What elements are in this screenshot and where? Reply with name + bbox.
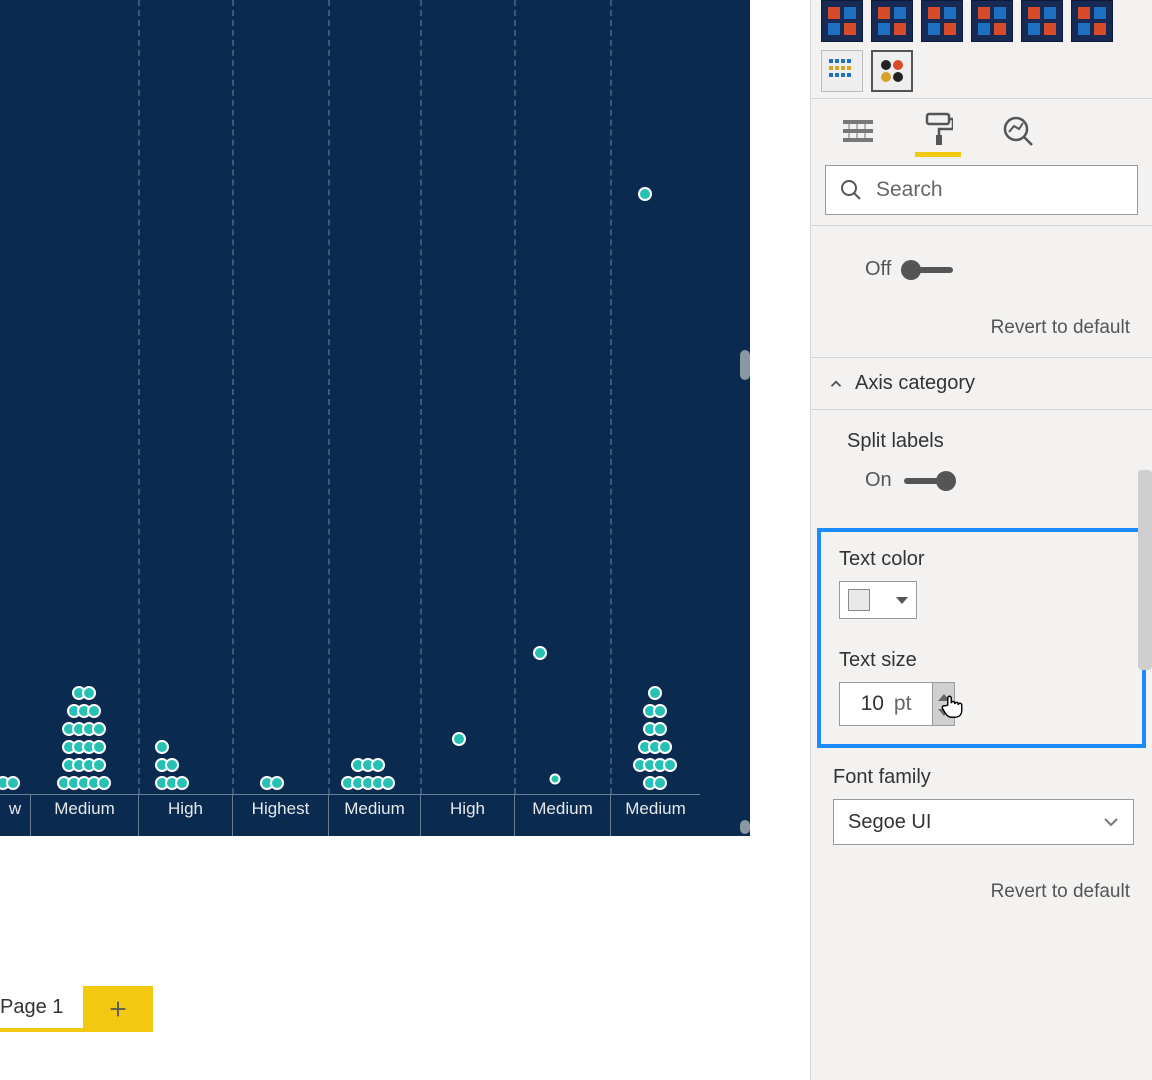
toggle-switch[interactable] [903, 267, 953, 273]
gridline [514, 0, 516, 794]
data-cluster[interactable] [59, 684, 109, 792]
x-axis: w Medium High Highest Medium High Medium… [0, 794, 750, 836]
text-color-picker[interactable] [839, 581, 917, 619]
pane-scrollbar-thumb[interactable] [1138, 470, 1152, 670]
toggle-switch[interactable] [904, 478, 954, 484]
data-point[interactable] [452, 732, 466, 746]
text-size-spinner[interactable] [933, 682, 955, 726]
dotplot-icon [878, 57, 906, 85]
text-size-input[interactable]: 10 pt [839, 682, 933, 726]
toggle-state-label: Off [865, 258, 891, 281]
chart-visual[interactable]: w Medium High Highest Medium High Medium… [0, 0, 750, 836]
page-tab-label: Page 1 [0, 996, 63, 1019]
split-labels-toggle[interactable]: On [847, 463, 1134, 502]
data-point[interactable] [533, 646, 547, 660]
chart-plot-area [0, 0, 750, 794]
page-tab-active[interactable]: Page 1 [0, 986, 83, 1032]
fields-icon [841, 116, 875, 146]
viz-tile[interactable] [821, 50, 863, 92]
viz-tile-selected[interactable] [871, 50, 913, 92]
analytics-tab[interactable] [995, 105, 1041, 157]
text-color-label: Text color [839, 542, 1124, 581]
plus-icon [107, 998, 129, 1020]
split-labels-section: Split labels On [811, 410, 1152, 520]
chevron-up-icon [827, 375, 845, 393]
analytics-icon [1001, 114, 1035, 148]
font-family-value: Segoe UI [848, 811, 931, 834]
format-tab[interactable] [915, 105, 961, 157]
split-labels-label: Split labels [847, 424, 1134, 463]
prev-section-tail: Off [811, 226, 1152, 309]
gridline [138, 0, 140, 794]
gridline [328, 0, 330, 794]
toggle-state-label: On [865, 469, 892, 492]
page-tabs: Page 1 [0, 972, 810, 1080]
font-family-select[interactable]: Segoe UI [833, 799, 1134, 845]
data-cluster[interactable] [338, 756, 398, 792]
text-size-value: 10 [861, 692, 884, 716]
search-row: Search [811, 157, 1152, 226]
color-swatch [848, 589, 870, 611]
axis-label: Highest [232, 794, 328, 836]
report-canvas: w Medium High Highest Medium High Medium… [0, 0, 810, 1080]
gridline [232, 0, 234, 794]
axis-label: High [420, 794, 514, 836]
paint-roller-icon [923, 112, 953, 146]
format-pane: Search Off Revert to default Axis catego… [810, 0, 1152, 1080]
viz-tile[interactable] [971, 0, 1013, 42]
data-point[interactable] [638, 187, 652, 201]
chart-vertical-scrollbar[interactable] [738, 0, 750, 794]
chevron-down-icon [1103, 814, 1119, 830]
viz-tile[interactable] [1071, 0, 1113, 42]
cursor-hand-icon [939, 689, 967, 721]
axis-label: Medium [610, 794, 700, 836]
axis-label: Medium [514, 794, 610, 836]
search-placeholder: Search [876, 178, 943, 202]
viz-tile[interactable] [1021, 0, 1063, 42]
grid-icon [828, 57, 856, 85]
search-input[interactable]: Search [825, 165, 1138, 215]
viz-tile[interactable] [871, 0, 913, 42]
data-cluster[interactable] [262, 774, 302, 792]
scrollbar-thumb[interactable] [740, 350, 750, 380]
pane-tabs [811, 98, 1152, 157]
font-family-section: Font family Segoe UI [811, 756, 1152, 853]
font-family-label: Font family [833, 760, 1134, 799]
data-cluster[interactable] [157, 738, 203, 792]
text-size-unit: pt [894, 692, 912, 716]
add-page-button[interactable] [83, 986, 153, 1032]
axis-category-label: Axis category [855, 372, 975, 395]
highlighted-text-properties: Text color Text size 10 pt [817, 528, 1146, 748]
revert-to-default-link[interactable]: Revert to default [811, 309, 1152, 357]
viz-tile[interactable] [821, 0, 863, 42]
fields-tab[interactable] [835, 105, 881, 157]
text-size-label: Text size [839, 643, 1124, 682]
toggle-off-row[interactable]: Off [847, 252, 1134, 291]
axis-label: High [138, 794, 232, 836]
text-size-control: 10 pt [839, 682, 1124, 726]
visualization-gallery [811, 0, 1152, 98]
data-cluster[interactable] [0, 774, 18, 792]
axis-label: w [0, 794, 30, 836]
revert-to-default-link[interactable]: Revert to default [811, 853, 1152, 921]
axis-category-header[interactable]: Axis category [811, 357, 1152, 410]
gridline [420, 0, 422, 794]
gridline [610, 0, 612, 794]
axis-label: Medium [30, 794, 138, 836]
axis-label: Medium [328, 794, 420, 836]
data-point[interactable] [550, 774, 561, 785]
viz-tile[interactable] [921, 0, 963, 42]
data-cluster[interactable] [630, 684, 680, 792]
dropdown-caret-icon [896, 597, 908, 604]
search-icon [840, 179, 862, 201]
